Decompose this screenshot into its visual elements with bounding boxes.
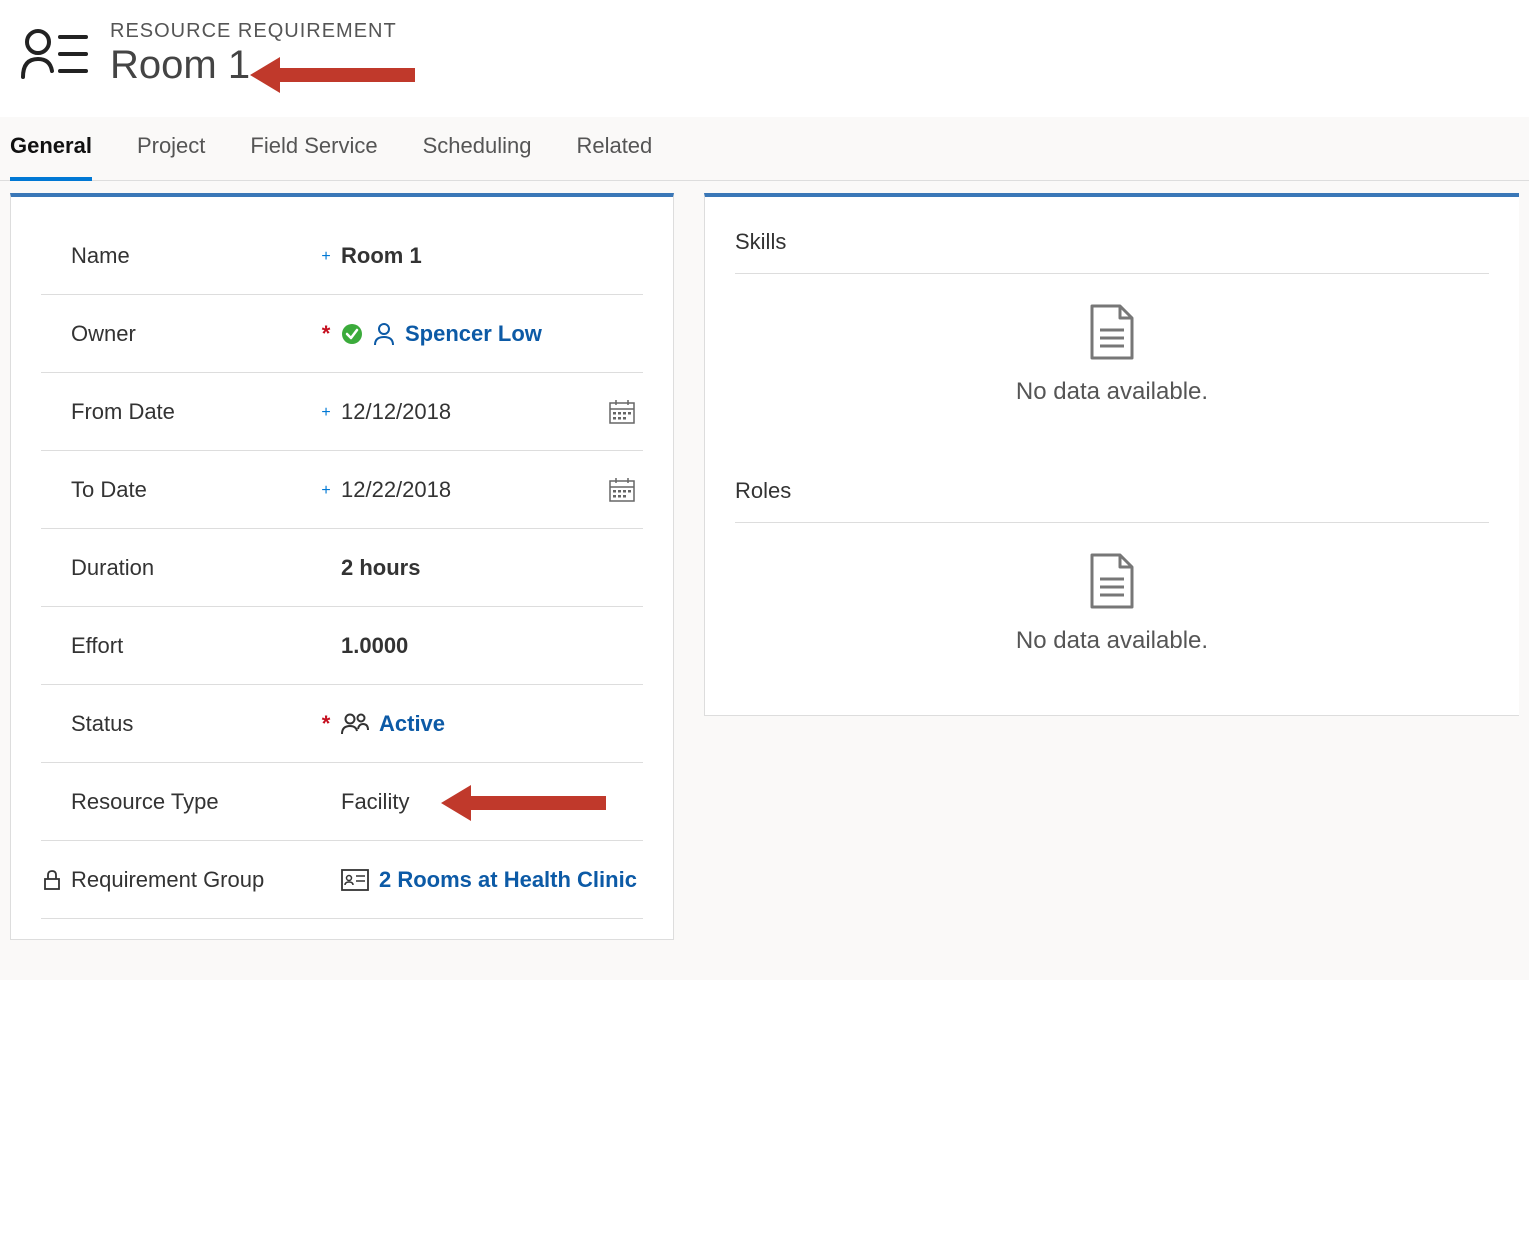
tab-scheduling[interactable]: Scheduling <box>423 117 532 181</box>
field-duration[interactable]: Duration 2 hours <box>41 529 643 607</box>
field-label: Owner <box>71 321 136 347</box>
field-status[interactable]: Status * Active <box>41 685 643 763</box>
roles-section: Roles No data available. <box>735 466 1489 695</box>
required-indicator-icon: * <box>322 321 331 346</box>
document-icon <box>1088 553 1136 609</box>
field-value: Room 1 <box>341 243 422 269</box>
field-effort[interactable]: Effort 1.0000 <box>41 607 643 685</box>
section-title: Roles <box>735 466 1489 523</box>
status-link[interactable]: Active <box>379 711 445 737</box>
field-label: Name <box>71 243 130 269</box>
team-icon <box>341 712 369 736</box>
section-title: Skills <box>735 217 1489 274</box>
person-icon <box>373 322 395 346</box>
field-label: Duration <box>71 555 154 581</box>
document-icon <box>1088 304 1136 360</box>
no-data-block: No data available. <box>735 274 1489 446</box>
field-value: 12/22/2018 <box>341 477 451 503</box>
check-circle-icon <box>341 323 363 345</box>
no-data-block: No data available. <box>735 523 1489 695</box>
entity-label: RESOURCE REQUIREMENT <box>110 20 397 43</box>
no-data-text: No data available. <box>1016 378 1208 406</box>
owner-link[interactable]: Spencer Low <box>405 321 542 347</box>
tab-bar: General Project Field Service Scheduling… <box>0 117 1529 181</box>
field-to-date[interactable]: To Date + 12/22/2018 <box>41 451 643 529</box>
recommended-indicator-icon: + <box>321 404 330 421</box>
field-from-date[interactable]: From Date + 12/12/2018 <box>41 373 643 451</box>
tab-project[interactable]: Project <box>137 117 205 181</box>
no-data-text: No data available. <box>1016 627 1208 655</box>
tab-related[interactable]: Related <box>576 117 652 181</box>
field-label: From Date <box>71 399 175 425</box>
requirement-group-link[interactable]: 2 Rooms at Health Clinic <box>379 867 637 893</box>
tab-field-service[interactable]: Field Service <box>250 117 377 181</box>
required-indicator-icon: * <box>322 711 331 736</box>
field-label: Effort <box>71 633 123 659</box>
field-value: 2 hours <box>341 555 420 581</box>
field-requirement-group[interactable]: Requirement Group 2 Rooms at Health Clin… <box>41 841 643 919</box>
side-panel: Skills No data available. Roles No data … <box>704 193 1519 716</box>
arrow-annotation-icon <box>250 55 420 95</box>
recommended-indicator-icon: + <box>321 482 330 499</box>
field-label: Status <box>71 711 133 737</box>
calendar-icon[interactable] <box>609 478 643 502</box>
general-panel: Name + Room 1 Owner * Spencer Low <box>10 193 674 940</box>
field-name[interactable]: Name + Room 1 <box>41 217 643 295</box>
field-owner[interactable]: Owner * Spencer Low <box>41 295 643 373</box>
tab-general[interactable]: General <box>10 117 92 181</box>
field-label: Requirement Group <box>71 867 264 893</box>
page-header: RESOURCE REQUIREMENT Room 1 <box>0 0 1529 117</box>
field-label: To Date <box>71 477 147 503</box>
card-icon <box>341 869 369 891</box>
field-value: 1.0000 <box>341 633 408 659</box>
field-label: Resource Type <box>71 789 219 815</box>
recommended-indicator-icon: + <box>321 248 330 265</box>
form-content: Name + Room 1 Owner * Spencer Low <box>0 181 1529 980</box>
field-value: Facility <box>341 789 409 815</box>
skills-section: Skills No data available. <box>735 217 1489 446</box>
field-resource-type[interactable]: Resource Type Facility <box>41 763 643 841</box>
arrow-annotation-icon <box>441 783 611 823</box>
field-value: 12/12/2018 <box>341 399 451 425</box>
calendar-icon[interactable] <box>609 400 643 424</box>
resource-list-icon <box>20 24 90 84</box>
lock-icon <box>41 870 63 890</box>
